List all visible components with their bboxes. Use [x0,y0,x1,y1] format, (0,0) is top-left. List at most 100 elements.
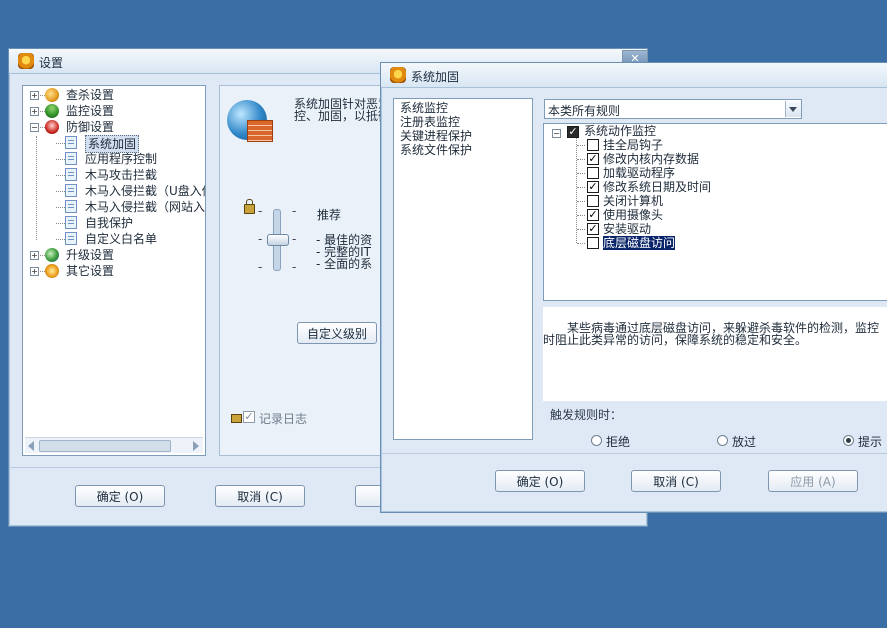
tree-item-label[interactable]: 防御设置 [66,119,114,135]
scroll-right-icon[interactable] [193,441,199,451]
rule-label[interactable]: 关闭计算机 [603,194,663,208]
tree-connector [56,207,65,208]
tree-expander-icon[interactable]: + [30,267,39,276]
tree-item-label[interactable]: 木马入侵拦截（网站入侵 [85,199,205,215]
scroll-thumb[interactable] [39,440,171,452]
tree-connector [577,201,585,202]
tick-right-mid: - [292,232,297,246]
tree-item-label[interactable]: 升级设置 [66,247,114,263]
level-bullet-3: - 全面的系 [316,257,373,271]
action-label[interactable]: 放过 [732,433,756,450]
tree-expander-icon[interactable]: + [30,107,39,116]
tree-item-label[interactable]: 监控设置 [66,103,114,119]
tree-expander-icon[interactable]: − [552,129,561,138]
rules-tree[interactable]: − ✓ 系统动作监控 挂全局钩子 ✓ 修改内核内存数据 加载驱动程序 ✓ 修改系统日期及时间 关闭… [543,123,887,301]
rule-label[interactable]: 安装驱动 [603,222,651,236]
rule-label[interactable]: 使用摄像头 [603,208,663,222]
rule-checkbox[interactable]: ✓ [587,209,599,221]
tree-item-label[interactable]: 木马攻击拦截 [85,167,157,183]
dropdown-arrow-icon[interactable] [785,101,801,117]
lock-shackle [246,199,253,205]
tree-connector [577,173,585,174]
tree-connector [576,138,577,243]
rule-description-2: 时阻止此类异常的访问，保障系统的稳定和安全。 [543,333,808,347]
harden-info-panel: 系统加固针对恶意 控、加固，以抵御 - - - - - - 推荐 - 最佳的资 … [219,85,401,456]
tick-right-bottom: - [292,260,297,274]
tree-expander-icon[interactable]: + [30,91,39,100]
harden-window: 系统加固 系统监控 注册表监控 关键进程保护 系统文件保护 本类所有规则 − ✓ 系统动作… [380,62,887,513]
rule-label[interactable]: 挂全局钩子 [603,138,663,152]
action-radio[interactable] [843,435,854,446]
tree-item-label[interactable]: 其它设置 [66,263,114,279]
custom-level-button[interactable]: 自定义级别 [297,322,377,344]
rule-checkbox[interactable] [587,139,599,151]
rule-checkbox[interactable] [587,237,599,249]
tree-connector [56,239,65,240]
harden-ok-button[interactable]: 确定 (O) [495,470,585,492]
trigger-label: 触发规则时： [550,408,623,422]
doc-icon [65,216,77,229]
category-item[interactable]: 系统文件保护 [400,143,472,157]
settings-ok-button[interactable]: 确定 (O) [75,485,165,507]
category-item[interactable]: 系统监控 [400,101,448,115]
log-checkbox[interactable]: ✓ [243,411,255,423]
tree-connector [56,191,65,192]
rule-root-checkbox[interactable]: ✓ [567,126,579,138]
tree-connector [56,223,65,224]
tree-item-label[interactable]: 木马入侵拦截（U盘入侵 [85,183,205,199]
action-label[interactable]: 拒绝 [606,433,630,450]
tree-item-label[interactable]: 自定义白名单 [85,231,157,247]
rule-checkbox[interactable]: ✓ [587,181,599,193]
rule-checkbox[interactable] [587,195,599,207]
settings-tree[interactable]: + 查杀设置 + 监控设置 − 防御设置 系统加固 应用程序控制 木马攻击拦截 木马入侵拦截（U盘… [22,85,206,456]
tree-connector [577,215,585,216]
rule-filter-value: 本类所有规则 [548,104,621,118]
tree-connector [577,243,585,244]
log-lock-icon [231,414,242,423]
shield-icon [45,120,59,134]
gear-icon [45,264,59,278]
harden-titlebar[interactable]: 系统加固 [381,63,887,88]
rule-root-label[interactable]: 系统动作监控 [584,124,656,138]
harden-cancel-button[interactable]: 取消 (C) [631,470,721,492]
scroll-left-icon[interactable] [28,441,34,451]
tick-left-top: - [258,204,263,218]
rule-label[interactable]: 修改内核内存数据 [603,152,699,166]
tree-connector [56,175,65,176]
tree-connector [577,145,585,146]
tree-connector [577,229,585,230]
doc-icon [65,200,77,213]
rule-label[interactable]: 加载驱动程序 [603,166,675,180]
action-label[interactable]: 提示 [858,433,882,450]
security-level-slider[interactable] [267,234,289,246]
tree-item-label[interactable]: 应用程序控制 [85,151,157,167]
tree-expander-icon[interactable]: − [30,123,39,132]
rule-filter-select[interactable]: 本类所有规则 [544,99,802,119]
settings-cancel-button[interactable]: 取消 (C) [215,485,305,507]
tree-connector [577,159,585,160]
rule-checkbox[interactable]: ✓ [587,153,599,165]
rule-checkbox[interactable]: ✓ [587,223,599,235]
category-item[interactable]: 注册表监控 [400,115,460,129]
lock-icon [244,204,255,214]
tree-item-label[interactable]: 查杀设置 [66,87,114,103]
action-radio[interactable] [717,435,728,446]
rule-checkbox[interactable] [587,167,599,179]
scan-icon [45,88,59,102]
rule-label[interactable]: 修改系统日期及时间 [603,180,711,194]
harden-title: 系统加固 [411,70,460,84]
tick-right-top: - [292,204,297,218]
category-item[interactable]: 关键进程保护 [400,129,472,143]
tree-connector [56,159,65,160]
action-radio[interactable] [591,435,602,446]
umbrella-icon [45,104,59,118]
category-list[interactable]: 系统监控 注册表监控 关键进程保护 系统文件保护 [393,98,533,440]
harden-apply-button[interactable]: 应用 (A) [768,470,858,492]
doc-icon [65,168,77,181]
globe-icon [45,248,59,262]
settings-title: 设置 [39,56,64,70]
tree-item-label[interactable]: 自我保护 [85,215,133,231]
tree-expander-icon[interactable]: + [30,251,39,260]
rule-label[interactable]: 底层磁盘访问 [601,235,677,251]
tree-hscrollbar[interactable] [25,437,203,453]
